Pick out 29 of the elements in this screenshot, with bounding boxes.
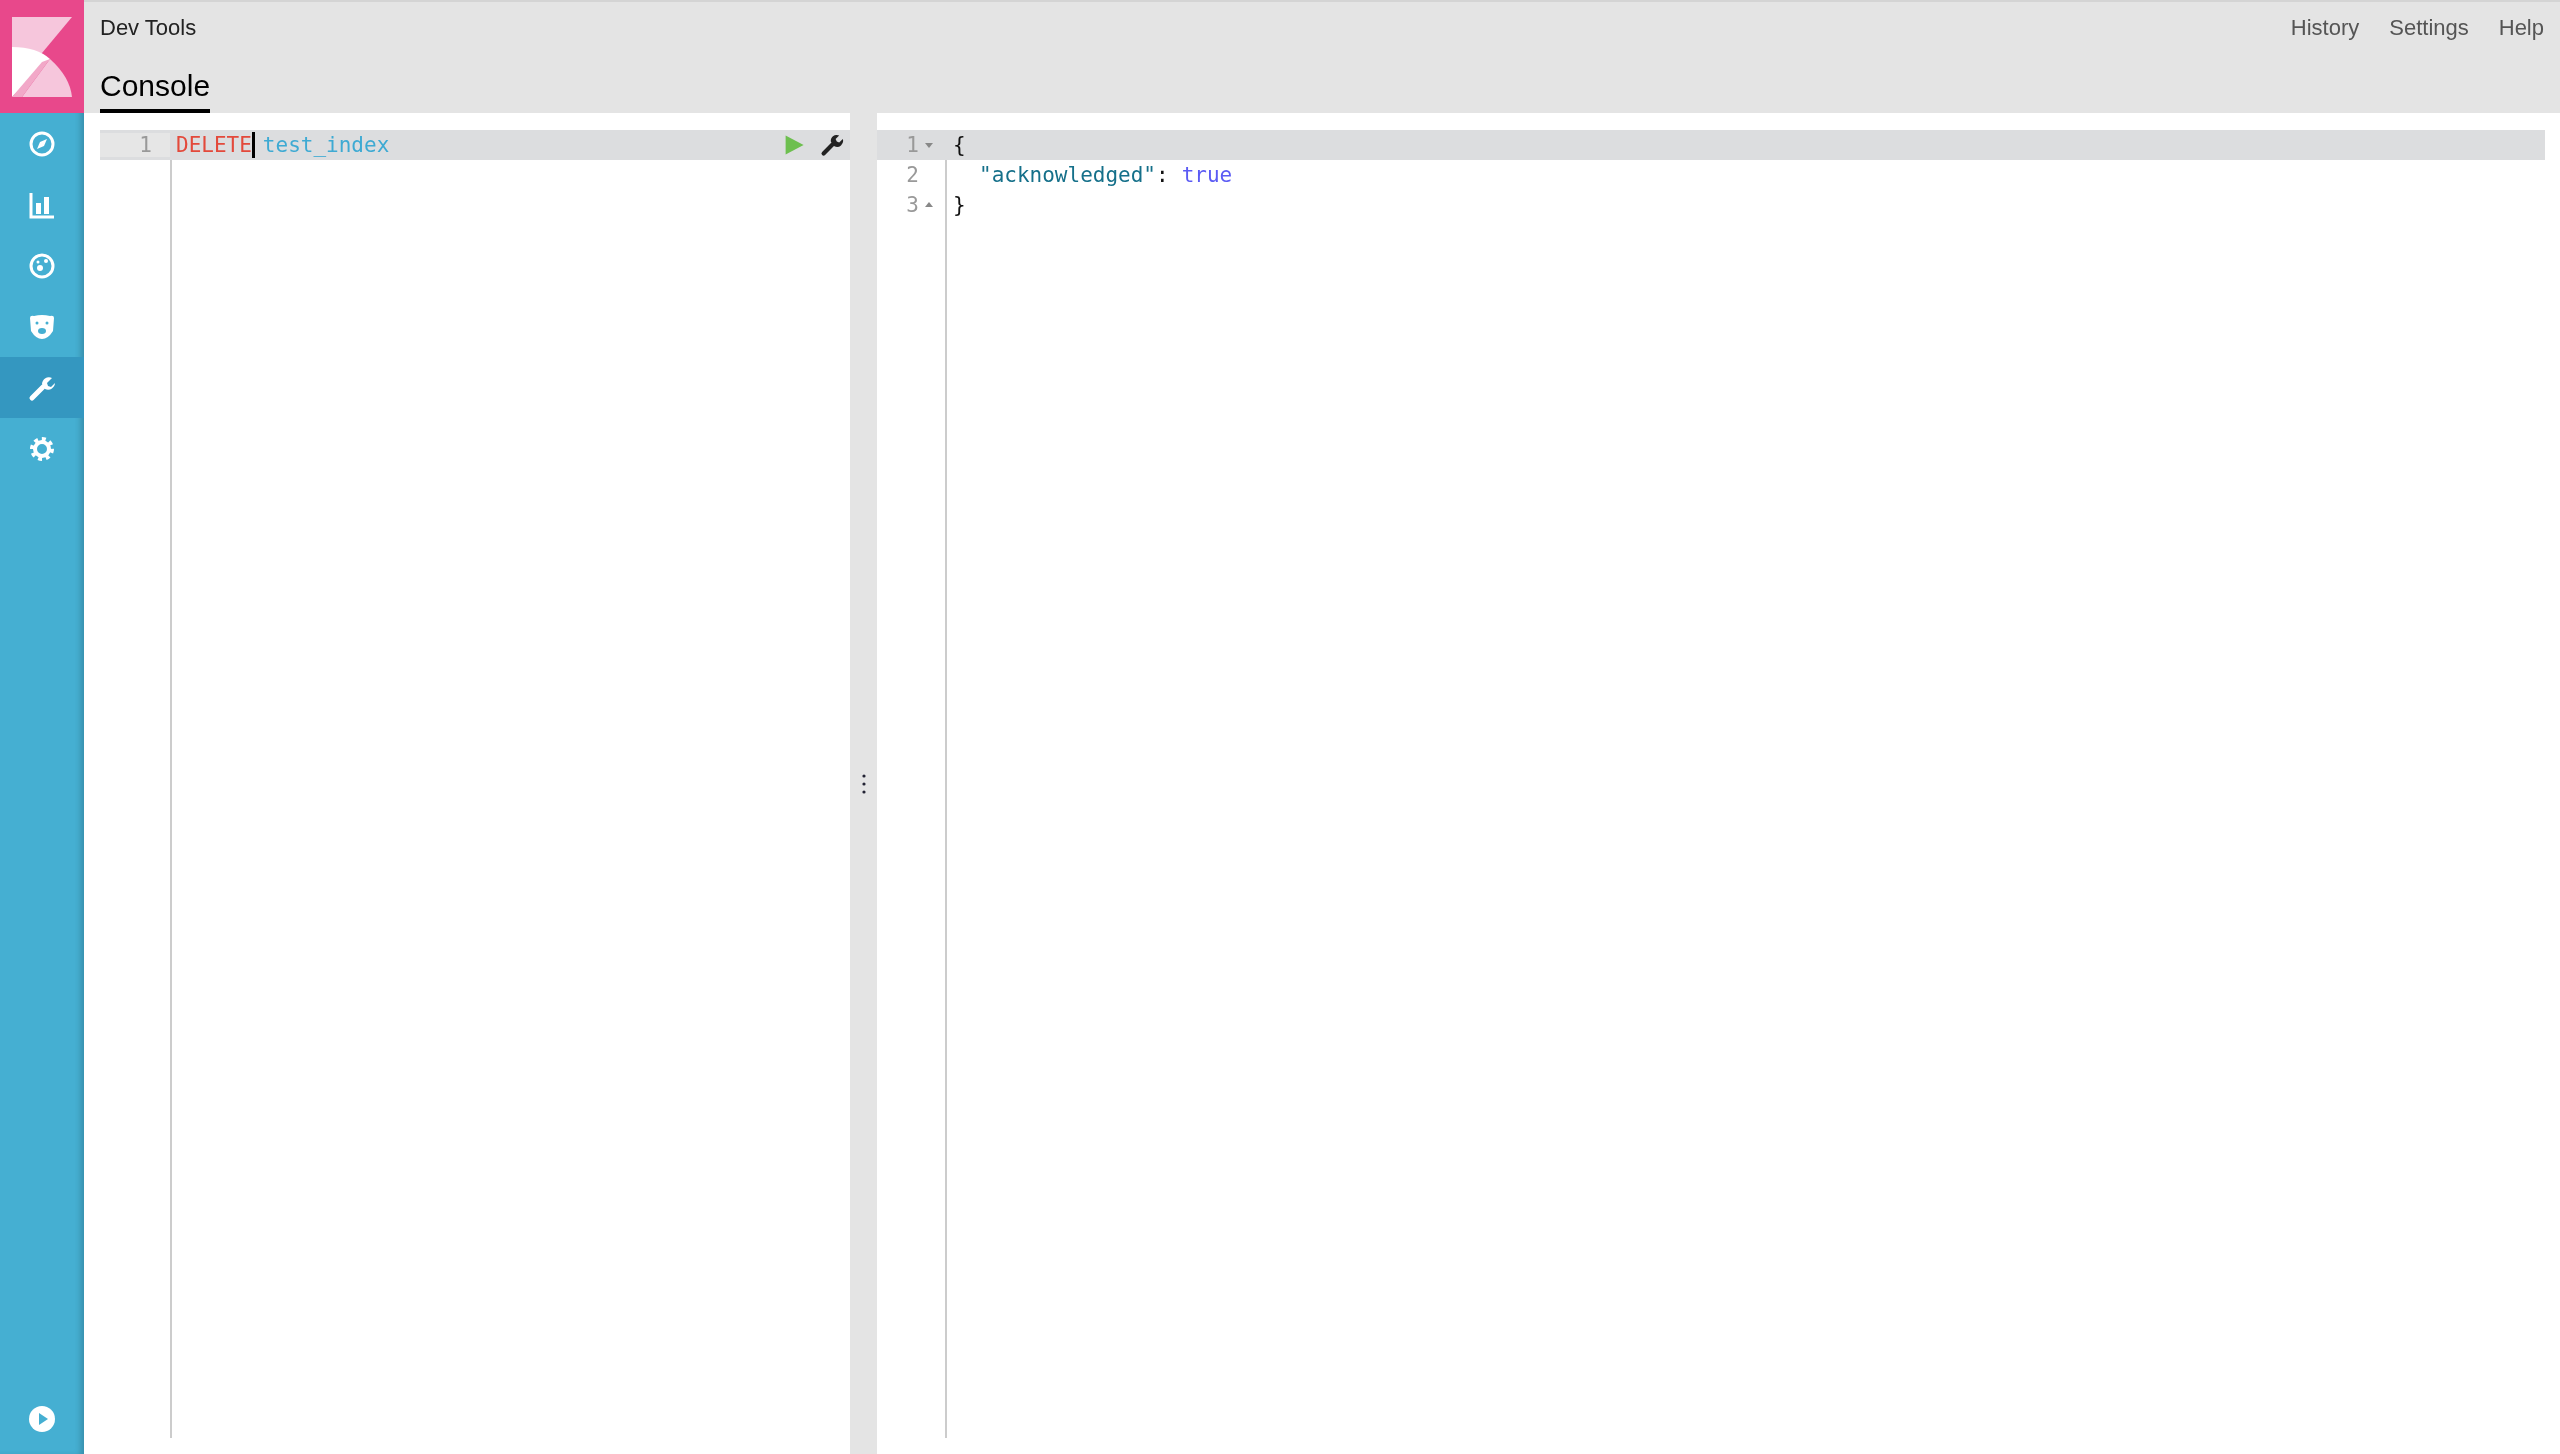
- line-number: 2: [905, 163, 920, 187]
- play-icon: [28, 1404, 56, 1433]
- code-token: "acknowledged": [979, 163, 1156, 187]
- header-link[interactable]: Settings: [2389, 15, 2469, 41]
- settings-button[interactable]: [820, 133, 844, 157]
- drag-handle-icon: [861, 773, 866, 794]
- bear-face-icon: [28, 312, 56, 341]
- bar-chart-icon: [28, 190, 56, 219]
- settings-icon: [28, 434, 56, 463]
- code-token: {: [953, 133, 966, 157]
- wrench-nav-item[interactable]: [0, 357, 84, 418]
- code-token: test_index: [262, 133, 390, 157]
- header-link[interactable]: History: [2290, 15, 2360, 41]
- line-number: 1: [100, 133, 170, 157]
- page-title: Dev Tools: [100, 15, 197, 41]
- header-link[interactable]: Help: [2498, 15, 2544, 41]
- code-token: :: [1156, 163, 1169, 187]
- tab[interactable]: Console: [100, 69, 211, 113]
- code-token: }: [953, 193, 966, 217]
- code-token: true: [1181, 163, 1233, 187]
- line-number: 3: [905, 193, 920, 217]
- fold-caret-icon[interactable]: [925, 201, 933, 209]
- compass-icon: [28, 129, 56, 158]
- line-number: 1: [905, 133, 920, 157]
- app-logo[interactable]: [0, 0, 84, 113]
- fold-caret-icon[interactable]: [925, 141, 933, 149]
- logo-icon: [11, 16, 73, 97]
- code-token: DELETE: [176, 133, 252, 157]
- wrench-icon: [820, 133, 844, 157]
